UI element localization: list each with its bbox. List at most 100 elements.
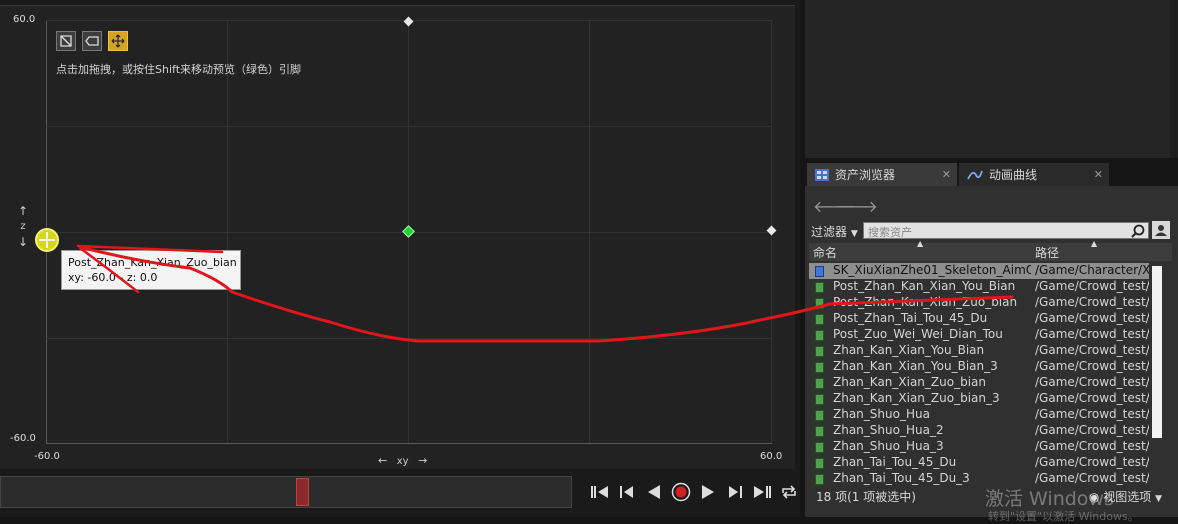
preview-pin-handle[interactable]	[35, 228, 59, 252]
play-icon	[702, 485, 714, 499]
step-back-button[interactable]	[615, 480, 639, 504]
animation-sequence-icon	[815, 330, 824, 341]
asset-path: /Game/Crowd_test/a	[1035, 279, 1149, 293]
grid-border-bottom	[46, 443, 772, 444]
skip-to-start-icon	[591, 486, 608, 498]
asset-row[interactable]: Zhan_Kan_Xian_Zuo_bian_3/Game/Crowd_test…	[809, 391, 1149, 407]
asset-browser-icon	[815, 168, 829, 181]
activation-watermark-subtitle: 转到"设置"以激活 Windows。	[988, 510, 1139, 523]
asset-name: Zhan_Kan_Xian_Zuo_bian	[833, 375, 986, 389]
skip-to-end-button[interactable]	[750, 480, 774, 504]
close-icon[interactable]: ✕	[942, 168, 951, 181]
vertical-scrollbar[interactable]	[1152, 266, 1162, 438]
asset-row[interactable]: Zhan_Shuo_Hua/Game/Crowd_test/a	[809, 407, 1149, 423]
item-count: 18 项(1 项被选中)	[816, 490, 916, 504]
label-icon	[85, 36, 99, 46]
triangulation-toggle-button[interactable]	[56, 31, 76, 51]
asset-row[interactable]: Post_Zhan_Kan_Xian_You_Bian/Game/Crowd_t…	[809, 279, 1149, 295]
transport-controls	[588, 479, 801, 505]
tab-asset-browser-label: 资产浏览器	[835, 168, 896, 182]
close-icon[interactable]: ✕	[1094, 168, 1103, 181]
editor-hint: 点击加拖拽，或按住Shift来移动预览（绿色）引脚	[56, 63, 302, 76]
asset-row[interactable]: Zhan_Kan_Xian_You_Bian_3/Game/Crowd_test…	[809, 359, 1149, 375]
asset-path: /Game/Crowd_test/a	[1035, 455, 1149, 469]
loop-button[interactable]	[777, 480, 801, 504]
record-icon	[671, 482, 691, 502]
asset-path: /Game/Crowd_test/a	[1035, 439, 1149, 453]
triangulation-icon	[60, 35, 72, 47]
animation-sequence-icon	[815, 298, 824, 309]
play-button[interactable]	[696, 480, 720, 504]
asset-row[interactable]: Post_Zhan_Kan_Xian_Zuo_bian/Game/Crowd_t…	[809, 295, 1149, 311]
x-axis-min-label: -60.0	[34, 451, 60, 462]
timeline-bar[interactable]	[0, 476, 572, 508]
column-path-header[interactable]: 路径	[1035, 244, 1059, 261]
asset-name: SK_XiuXianZhe01_Skeleton_AimOffset	[833, 263, 1031, 277]
column-name-header[interactable]: 命名	[813, 244, 837, 261]
asset-name: Post_Zhan_Kan_Xian_Zuo_bian	[833, 295, 1018, 309]
tooltip-animation-name: Post_Zhan_Kan_Xian_Zuo_bian	[68, 256, 237, 269]
asset-row[interactable]: Post_Zhan_Tai_Tou_45_Du/Game/Crowd_test/…	[809, 311, 1149, 327]
asset-path: /Game/Crowd_test/a	[1035, 327, 1149, 341]
anim-curve-icon	[967, 170, 983, 179]
animation-sequence-icon	[815, 314, 824, 325]
arrow-up-icon: ↑	[17, 204, 29, 218]
animation-sequence-icon	[815, 410, 824, 421]
animation-sequence-icon	[815, 474, 824, 485]
step-forward-button[interactable]	[723, 480, 747, 504]
step-forward-icon	[729, 486, 742, 498]
grid-line	[46, 126, 772, 127]
asset-row[interactable]: SK_XiuXianZhe01_Skeleton_AimOffset/Game/…	[809, 263, 1149, 279]
asset-path: /Game/Crowd_test/a	[1035, 295, 1149, 309]
tab-anim-curves[interactable]: 动画曲线 ✕	[959, 163, 1109, 186]
timeline-scrubber[interactable]	[296, 478, 309, 506]
asset-name: Zhan_Shuo_Hua_3	[833, 439, 944, 453]
sort-caret-icon: ▲	[917, 239, 924, 248]
asset-browser: 🡐 🡒 过滤器 ▼ 搜索资产 命名 ▲ 路径 ▲ SK_XiuXianZhe01…	[805, 186, 1178, 517]
skip-to-start-button[interactable]	[588, 480, 612, 504]
forward-arrow-icon[interactable]: 🡒	[835, 196, 878, 216]
search-icon[interactable]	[1131, 224, 1145, 238]
asset-name: Zhan_Kan_Xian_Zuo_bian_3	[833, 391, 1000, 405]
asset-name: Zhan_Tai_Tou_45_Du_3	[833, 471, 970, 485]
blend-space-graph[interactable]: 60.0 -60.0 -60.0 60.0 ↑ z ↓ ← xy → 点击加拖拽…	[0, 5, 795, 469]
asset-path: /Game/Crowd_test/a	[1035, 343, 1149, 357]
z-axis-name: z	[20, 221, 26, 232]
chevron-down-icon: ▼	[850, 229, 858, 239]
animation-sequence-icon	[815, 442, 824, 453]
asset-name: Zhan_Shuo_Hua_2	[833, 423, 944, 437]
fit-view-button[interactable]	[108, 31, 128, 51]
details-panel	[805, 0, 1170, 158]
asset-row[interactable]: Zhan_Tai_Tou_45_Du/Game/Crowd_test/a	[809, 455, 1149, 471]
z-axis-indicator: ↑ z ↓	[14, 204, 32, 249]
asset-path: /Game/Crowd_test/a	[1035, 359, 1149, 373]
arrow-down-icon: ↓	[17, 235, 29, 249]
panel-strip	[1170, 0, 1178, 158]
aim-offset-icon	[815, 266, 824, 277]
record-button[interactable]	[669, 480, 693, 504]
animation-sequence-icon	[815, 458, 824, 469]
step-back-icon	[620, 486, 633, 498]
xy-axis-name: xy	[396, 456, 409, 467]
arrow-left-icon: ←	[378, 454, 388, 467]
tab-asset-browser[interactable]: 资产浏览器 ✕	[807, 163, 957, 186]
search-input[interactable]: 搜索资产	[863, 222, 1149, 239]
asset-row[interactable]: Zhan_Kan_Xian_You_Bian/Game/Crowd_test/a	[809, 343, 1149, 359]
asset-row[interactable]: Zhan_Shuo_Hua_2/Game/Crowd_test/a	[809, 423, 1149, 439]
table-header: 命名 ▲ 路径 ▲	[809, 239, 1172, 261]
asset-row[interactable]: Zhan_Tai_Tou_45_Du_3/Game/Crowd_test/a	[809, 471, 1149, 485]
activation-watermark: 激活 Windows	[985, 488, 1114, 510]
asset-name: Zhan_Kan_Xian_You_Bian	[833, 343, 985, 357]
filter-dropdown[interactable]: 过滤器 ▼	[811, 223, 858, 240]
asset-row[interactable]: Post_Zuo_Wei_Wei_Dian_Tou/Game/Crowd_tes…	[809, 327, 1149, 343]
play-reverse-button[interactable]	[642, 480, 666, 504]
asset-row[interactable]: Zhan_Shuo_Hua_3/Game/Crowd_test/a	[809, 439, 1149, 455]
label-toggle-button[interactable]	[82, 31, 102, 51]
y-axis-max-label: 60.0	[13, 14, 36, 25]
asset-path: /Game/Crowd_test/a	[1035, 311, 1149, 325]
user-filter-button[interactable]	[1152, 221, 1170, 239]
x-axis-max-label: 60.0	[760, 451, 783, 462]
asset-path: /Game/Crowd_test/a	[1035, 471, 1149, 485]
asset-row[interactable]: Zhan_Kan_Xian_Zuo_bian/Game/Crowd_test/a	[809, 375, 1149, 391]
grid-line	[46, 338, 772, 339]
